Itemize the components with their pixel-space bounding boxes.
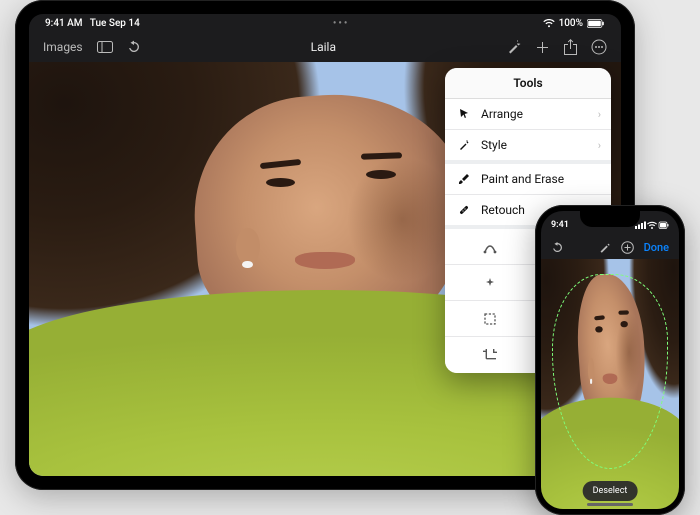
battery-icon [587,19,605,28]
more-icon[interactable] [591,39,607,55]
chevron-right-icon: › [598,108,601,121]
status-left: 9:41 AM Tue Sep 14 [45,18,140,29]
ipad-screen: 9:41 AM Tue Sep 14 ••• 100% Images [29,14,621,476]
add-icon[interactable] [621,241,634,254]
brush-icon [457,172,471,186]
status-right: 100% [543,18,605,29]
undo-icon[interactable] [551,241,564,254]
share-icon[interactable] [564,39,577,55]
images-button[interactable]: Images [43,40,83,54]
undo-icon[interactable] [127,40,141,54]
select-icon[interactable] [479,308,501,330]
wand-icon [457,138,471,152]
tool-label: Style [481,138,507,152]
wifi-icon [543,19,555,28]
iphone-screen: 9:41 Don [541,211,679,509]
reshape-icon[interactable] [479,236,501,258]
sparkle-icon[interactable] [479,272,501,294]
sidebar-toggle-icon[interactable] [97,41,113,53]
status-date: Tue Sep 14 [90,18,140,29]
done-button[interactable]: Done [644,241,669,254]
tool-label: Paint and Erase [481,172,564,186]
tool-arrange[interactable]: Arrange › [445,99,611,130]
wand-tool-icon[interactable] [506,40,521,55]
tools-title: Tools [445,68,611,99]
iphone-canvas[interactable]: Deselect [541,259,679,509]
battery-percent: 100% [559,18,583,29]
home-indicator[interactable] [587,503,633,506]
notch [580,211,640,227]
tool-paint-erase[interactable]: Paint and Erase [445,164,611,195]
deselect-button[interactable]: Deselect [583,481,638,501]
ipad-status-bar: 9:41 AM Tue Sep 14 ••• 100% [29,14,621,32]
status-time: 9:41 AM [45,18,83,29]
bandage-icon [457,203,471,217]
iphone-device: 9:41 Don [535,205,685,515]
tool-label: Retouch [481,203,525,217]
document-title[interactable]: Laila [311,40,336,54]
iphone-toolbar: Done [541,235,679,259]
wand-tool-icon[interactable] [598,241,611,254]
status-icons [635,221,669,230]
status-time: 9:41 [551,220,569,230]
multitask-dots[interactable]: ••• [333,18,350,29]
chevron-right-icon: › [598,139,601,152]
add-icon[interactable] [535,40,550,55]
tool-label: Arrange [481,107,523,121]
tool-style[interactable]: Style › [445,130,611,164]
ipad-toolbar: Images Laila [29,32,621,62]
cursor-icon [457,107,471,121]
crop-icon[interactable] [479,344,501,366]
